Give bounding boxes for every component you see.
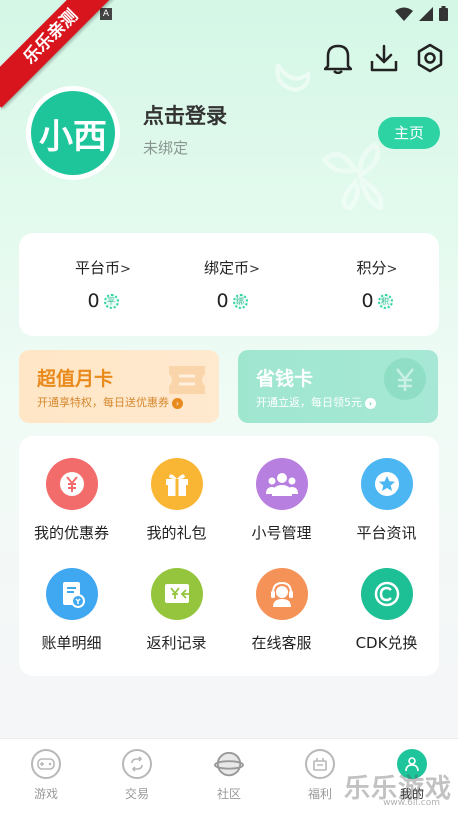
battery-icon [439,6,448,21]
promo-title: 超值月卡 [37,368,114,390]
feature-grid: 我的优惠券 我的礼包 小号管理 平台资讯 账单明细 返利记录 在线客服 CDK兑… [19,436,439,676]
chevron-right-icon: › [365,397,376,409]
download-button[interactable] [368,40,400,76]
nav-label: 游戏 [33,787,58,801]
wallet-label: 绑定币 [204,259,250,277]
gift-icon [150,458,203,510]
decorative-moon-icon [275,63,311,93]
accounts-icon [255,458,308,510]
promo-subtitle: 开通享特权，每日送优惠券 [37,396,169,409]
nav-label: 社区 [216,787,241,801]
corner-ribbon: 乐乐亲测 [0,0,120,120]
yuan-coin-icon [384,358,426,400]
grid-item-label: 小号管理 [251,524,312,542]
wallet-value: 0 [87,290,100,312]
wallet-bind-coin[interactable]: 绑定币> 0绑 [172,257,292,312]
home-button[interactable]: 主页 [378,117,440,149]
nav-community[interactable]: 社区 [194,749,264,802]
grid-item-label: CDK兑换 [355,634,418,652]
bill-icon [45,568,98,620]
gear-icon [417,43,443,73]
grid-item-rebates[interactable]: 返利记录 [124,568,229,653]
grid-item-support[interactable]: 在线客服 [229,568,334,653]
planet-icon [214,749,244,779]
wallet-value: 0 [361,290,374,312]
nav-games[interactable]: 游戏 [11,749,81,802]
wallet-label: 平台币 [75,259,121,277]
signal-icon [419,6,433,21]
headset-icon [255,568,308,620]
promo-subtitle: 开通立返，每日领5元 [256,396,362,409]
exchange-icon [122,749,152,779]
watermark-url: www.6ll.com [383,798,440,808]
saver-card-promo[interactable]: 省钱卡 开通立返，每日领5元 › [238,350,438,423]
grid-item-gifts[interactable]: 我的礼包 [124,458,229,543]
ribbon-text: 乐乐亲测 [0,0,120,108]
grid-item-news[interactable]: 平台资讯 [334,458,439,543]
nav-trade[interactable]: 交易 [102,749,172,802]
grid-item-coupons[interactable]: 我的优惠券 [19,458,124,543]
grid-item-accounts[interactable]: 小号管理 [229,458,334,543]
gamepad-icon [31,749,61,779]
cdk-icon [360,568,413,620]
grid-item-label: 返利记录 [146,634,207,652]
login-title[interactable]: 点击登录 [143,100,227,130]
decorative-leaf-icon [321,141,384,210]
wallet-card: 平台币> 0平 绑定币> 0绑 积分> 0积 [19,233,439,336]
coin-icon: 积 [377,293,393,309]
coupon-icon [45,458,98,510]
bell-icon [324,44,352,74]
wallet-points[interactable]: 积分> 0积 [317,257,437,312]
grid-item-cdk[interactable]: CDK兑换 [334,568,439,653]
grid-item-label: 账单明细 [41,634,102,652]
notification-button[interactable] [322,40,354,76]
nav-label: 交易 [124,787,149,801]
wallet-value: 0 [216,290,229,312]
settings-button[interactable] [414,40,446,76]
grid-item-bills[interactable]: 账单明细 [19,568,124,653]
grid-item-label: 我的礼包 [146,524,207,542]
chevron-right-icon: › [172,397,183,409]
bind-status: 未绑定 [143,139,189,157]
wifi-icon [395,7,413,21]
header-tools [322,40,446,76]
star-icon [360,458,413,510]
status-icons [395,6,448,21]
promo-title: 省钱卡 [256,368,314,390]
coin-icon: 绑 [232,293,248,309]
welfare-icon [305,749,335,779]
grid-item-label: 平台资讯 [356,524,417,542]
wallet-label: 积分 [356,259,387,277]
coin-icon: 平 [103,293,119,309]
download-icon [370,44,398,72]
chevron-right-icon: > [386,262,398,277]
wallet-platform-coin[interactable]: 平台币> 0平 [43,257,163,312]
monthly-card-promo[interactable]: 超值月卡 开通享特权，每日送优惠券 › [19,350,219,423]
grid-item-label: 在线客服 [251,634,312,652]
grid-item-label: 我的优惠券 [33,524,109,542]
chevron-right-icon: > [249,262,260,277]
rebate-icon [150,568,203,620]
chevron-right-icon: > [120,262,131,277]
